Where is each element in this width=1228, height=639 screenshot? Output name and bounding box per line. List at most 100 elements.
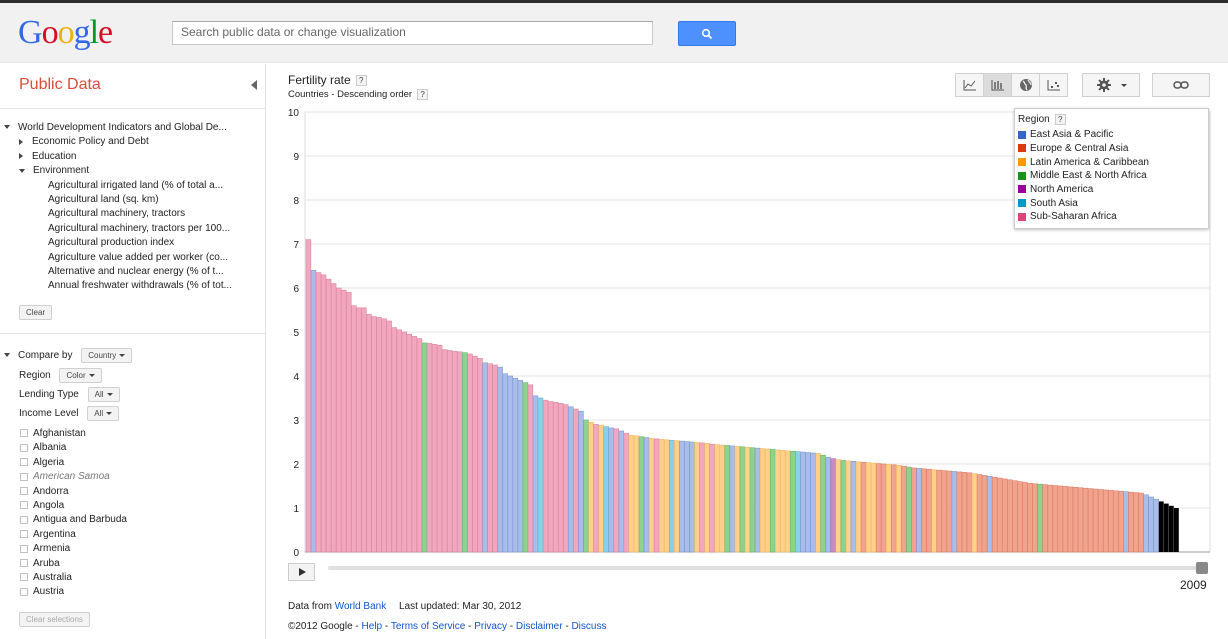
- chart-bar[interactable]: [502, 373, 508, 553]
- country-item[interactable]: American Samoa: [20, 470, 110, 484]
- checkbox[interactable]: [20, 515, 28, 524]
- tree-item[interactable]: Alternative and nuclear energy (% of t..…: [4, 265, 259, 279]
- chart-bar[interactable]: [578, 410, 584, 553]
- chart-bar[interactable]: [1032, 483, 1038, 553]
- chart-bar[interactable]: [628, 435, 635, 553]
- chart-bar[interactable]: [870, 462, 877, 553]
- chart-bar[interactable]: [426, 343, 433, 553]
- chart-bar[interactable]: [643, 437, 650, 553]
- chart-bar[interactable]: [583, 419, 589, 553]
- chart-bar[interactable]: [734, 446, 741, 553]
- chart-bar[interactable]: [366, 314, 372, 553]
- chart-bar[interactable]: [991, 476, 998, 553]
- chart-bar[interactable]: [865, 462, 872, 553]
- chart-bar[interactable]: [1138, 492, 1144, 553]
- chart-bar[interactable]: [1123, 491, 1129, 553]
- chart-bar[interactable]: [1153, 498, 1159, 553]
- checkbox[interactable]: [20, 544, 28, 553]
- chart-bar[interactable]: [310, 270, 317, 553]
- chart-bar[interactable]: [689, 441, 695, 553]
- chart-bar[interactable]: [305, 239, 312, 553]
- chart-bar[interactable]: [901, 465, 907, 553]
- country-item[interactable]: Albania: [20, 441, 66, 455]
- chart-bar[interactable]: [709, 443, 715, 553]
- country-item[interactable]: Afghanistan: [20, 427, 86, 441]
- chart-bar[interactable]: [633, 435, 640, 553]
- chart-bar[interactable]: [1037, 483, 1043, 553]
- country-item[interactable]: Antigua and Barbuda: [20, 513, 127, 527]
- chart-bar[interactable]: [840, 460, 847, 553]
- expand-right-icon[interactable]: [19, 138, 23, 145]
- chart-bar[interactable]: [623, 432, 630, 553]
- income-level-dropdown[interactable]: All: [87, 406, 120, 421]
- chart-bar[interactable]: [618, 430, 625, 553]
- country-item[interactable]: Armenia: [20, 542, 70, 556]
- chart-bar[interactable]: [446, 350, 453, 553]
- chart-bar[interactable]: [1072, 487, 1079, 553]
- footer-link[interactable]: Disclaimer: [516, 621, 563, 632]
- chart-bar[interactable]: [941, 470, 947, 553]
- checkbox[interactable]: [20, 501, 28, 510]
- search-input[interactable]: Search public data or change visualizati…: [172, 21, 653, 45]
- expand-right-icon[interactable]: [19, 153, 23, 160]
- checkbox[interactable]: [20, 587, 28, 596]
- checkbox[interactable]: [20, 558, 28, 567]
- chart-bar[interactable]: [769, 449, 776, 553]
- chart-bar[interactable]: [315, 272, 322, 553]
- checkbox[interactable]: [20, 458, 28, 467]
- chart-bar[interactable]: [845, 460, 852, 553]
- chart-bar[interactable]: [563, 404, 569, 553]
- chart-bar[interactable]: [1148, 496, 1154, 553]
- chart-bar[interactable]: [1118, 490, 1124, 553]
- chart-bar[interactable]: [956, 471, 963, 553]
- chart-bar[interactable]: [810, 452, 816, 553]
- chart-bar[interactable]: [593, 424, 599, 553]
- chart-bar[interactable]: [421, 342, 428, 553]
- chart-bar[interactable]: [361, 307, 367, 553]
- chart-bar[interactable]: [663, 439, 670, 553]
- chart-bar[interactable]: [472, 355, 478, 553]
- footer-link[interactable]: Discuss: [571, 621, 606, 632]
- chart-bar[interactable]: [886, 464, 892, 553]
- chart-bar[interactable]: [780, 450, 786, 553]
- chart-bar[interactable]: [724, 445, 730, 553]
- chart-bar[interactable]: [320, 274, 327, 553]
- chart-bar[interactable]: [785, 450, 791, 553]
- chart-bar[interactable]: [1047, 484, 1053, 553]
- chart-bar[interactable]: [391, 327, 397, 553]
- chart-bar[interactable]: [1168, 505, 1174, 552]
- chart-bar[interactable]: [1067, 486, 1074, 553]
- chart-bar[interactable]: [764, 448, 771, 553]
- chart-bar[interactable]: [527, 384, 534, 553]
- chart-bar[interactable]: [825, 457, 831, 553]
- chart-bar[interactable]: [997, 477, 1003, 553]
- chart-bar[interactable]: [966, 472, 973, 553]
- chart-bar[interactable]: [416, 338, 423, 553]
- country-item[interactable]: Austria: [20, 585, 64, 599]
- checkbox[interactable]: [20, 530, 28, 539]
- chart-bar[interactable]: [1007, 479, 1013, 553]
- chart-bar[interactable]: [346, 292, 352, 553]
- chart-bar[interactable]: [658, 439, 665, 553]
- chart-bar[interactable]: [971, 473, 978, 553]
- chart-bar[interactable]: [981, 475, 988, 553]
- chart-bar[interactable]: [542, 399, 549, 553]
- expand-down-icon[interactable]: [4, 353, 10, 358]
- tree-item[interactable]: Education: [4, 150, 259, 164]
- chart-bar[interactable]: [679, 440, 685, 553]
- chart-bar[interactable]: [946, 470, 953, 553]
- chart-bar[interactable]: [1017, 481, 1023, 553]
- chart-bar[interactable]: [467, 353, 473, 553]
- chart-bar[interactable]: [487, 363, 493, 553]
- chart-bar[interactable]: [961, 472, 968, 553]
- footer-link[interactable]: Help: [362, 621, 383, 632]
- checkbox[interactable]: [20, 472, 28, 481]
- chart-bar[interactable]: [729, 445, 736, 553]
- chart-bar[interactable]: [976, 474, 983, 553]
- chart-bar[interactable]: [396, 329, 402, 553]
- chart-bar[interactable]: [1077, 487, 1084, 553]
- chart-bar[interactable]: [896, 465, 902, 553]
- chart-bar[interactable]: [401, 331, 408, 553]
- chart-bar[interactable]: [850, 461, 857, 553]
- chart-bar[interactable]: [532, 395, 539, 553]
